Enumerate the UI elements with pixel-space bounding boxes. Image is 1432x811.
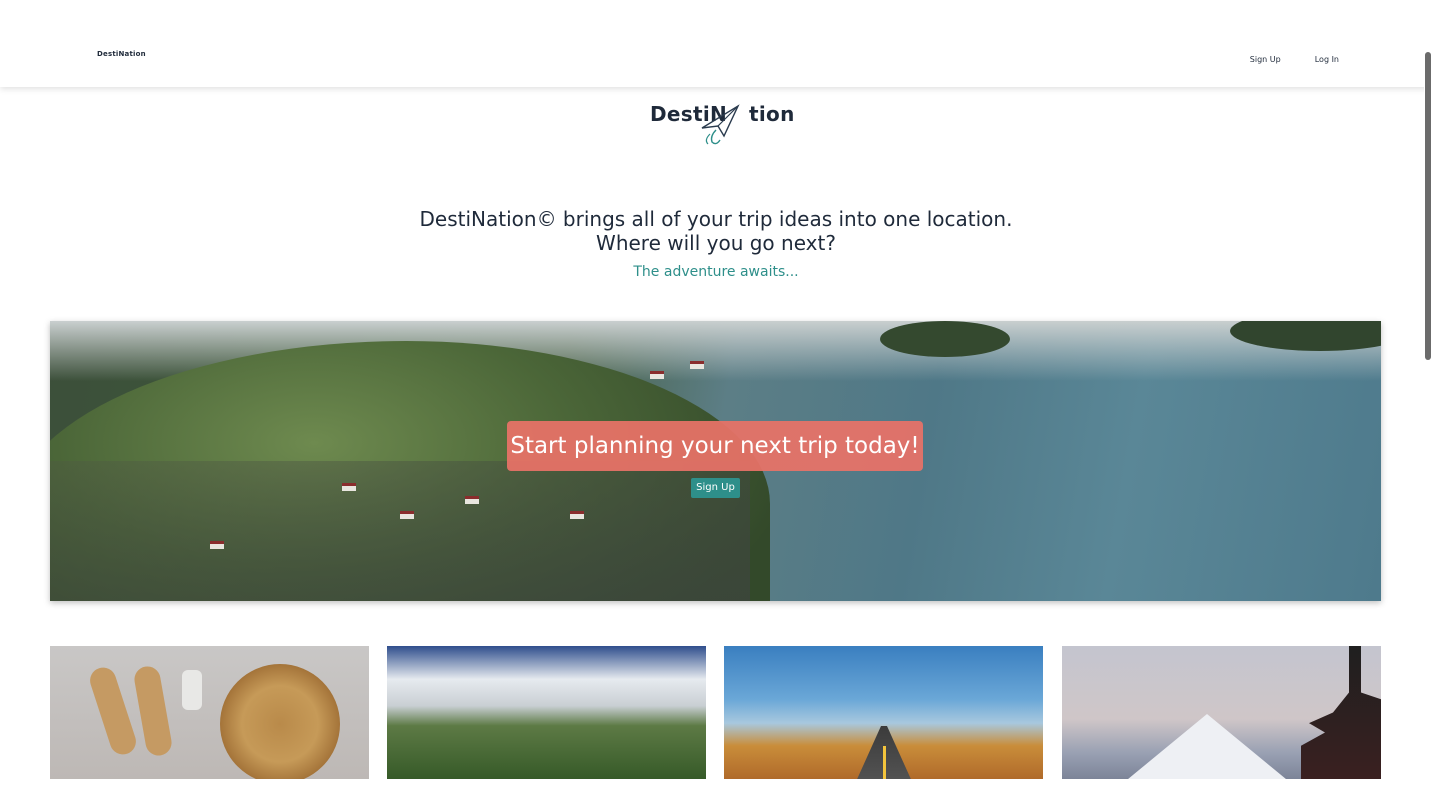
destination-card-travel-essentials[interactable] bbox=[50, 646, 369, 779]
destination-card-road[interactable] bbox=[724, 646, 1043, 779]
card-image-detail bbox=[883, 746, 886, 779]
hero-house bbox=[650, 371, 664, 379]
intro-line-1: DestiNation© brings all of your trip ide… bbox=[419, 207, 1013, 231]
hero-town bbox=[50, 461, 750, 601]
card-image-detail bbox=[182, 670, 202, 710]
intro-text: DestiNation© brings all of your trip ide… bbox=[0, 207, 1432, 255]
destination-card-fuji[interactable] bbox=[1062, 646, 1381, 779]
intro-line-2: Where will you go next? bbox=[596, 231, 836, 255]
hero-house bbox=[570, 511, 584, 519]
scrollbar-thumb[interactable] bbox=[1425, 52, 1431, 360]
paper-plane-icon bbox=[701, 104, 740, 145]
hero-house bbox=[400, 511, 414, 519]
brand-text-right: tion bbox=[749, 102, 795, 126]
destination-card-mountains[interactable] bbox=[387, 646, 706, 779]
hero-house bbox=[690, 361, 704, 369]
hero-island bbox=[880, 321, 1010, 357]
card-image-detail bbox=[220, 664, 340, 779]
card-image-detail bbox=[1301, 646, 1381, 779]
card-image-detail bbox=[132, 664, 174, 758]
hero-house bbox=[465, 496, 479, 504]
brand-logo: DestiN tion bbox=[650, 102, 794, 146]
nav-logo-text: DestiNation bbox=[97, 50, 146, 58]
hero-banner: Start planning your next trip today! Sig… bbox=[50, 321, 1381, 601]
nav-sign-up-link[interactable]: Sign Up bbox=[1250, 55, 1281, 64]
intro-subtitle: The adventure awaits... bbox=[633, 264, 799, 280]
hero-sign-up-button[interactable]: Sign Up bbox=[691, 478, 740, 498]
nav-links: Sign Up Log In bbox=[1250, 55, 1339, 64]
hero-house bbox=[342, 483, 356, 491]
card-image-detail bbox=[1122, 714, 1292, 779]
card-image-detail bbox=[86, 664, 140, 758]
hero-headline: Start planning your next trip today! bbox=[507, 421, 923, 471]
hero-house bbox=[210, 541, 224, 549]
nav-log-in-link[interactable]: Log In bbox=[1315, 55, 1339, 64]
top-navbar: DestiNation Sign Up Log In bbox=[0, 0, 1432, 87]
nav-logo[interactable]: DestiNation bbox=[97, 50, 146, 58]
